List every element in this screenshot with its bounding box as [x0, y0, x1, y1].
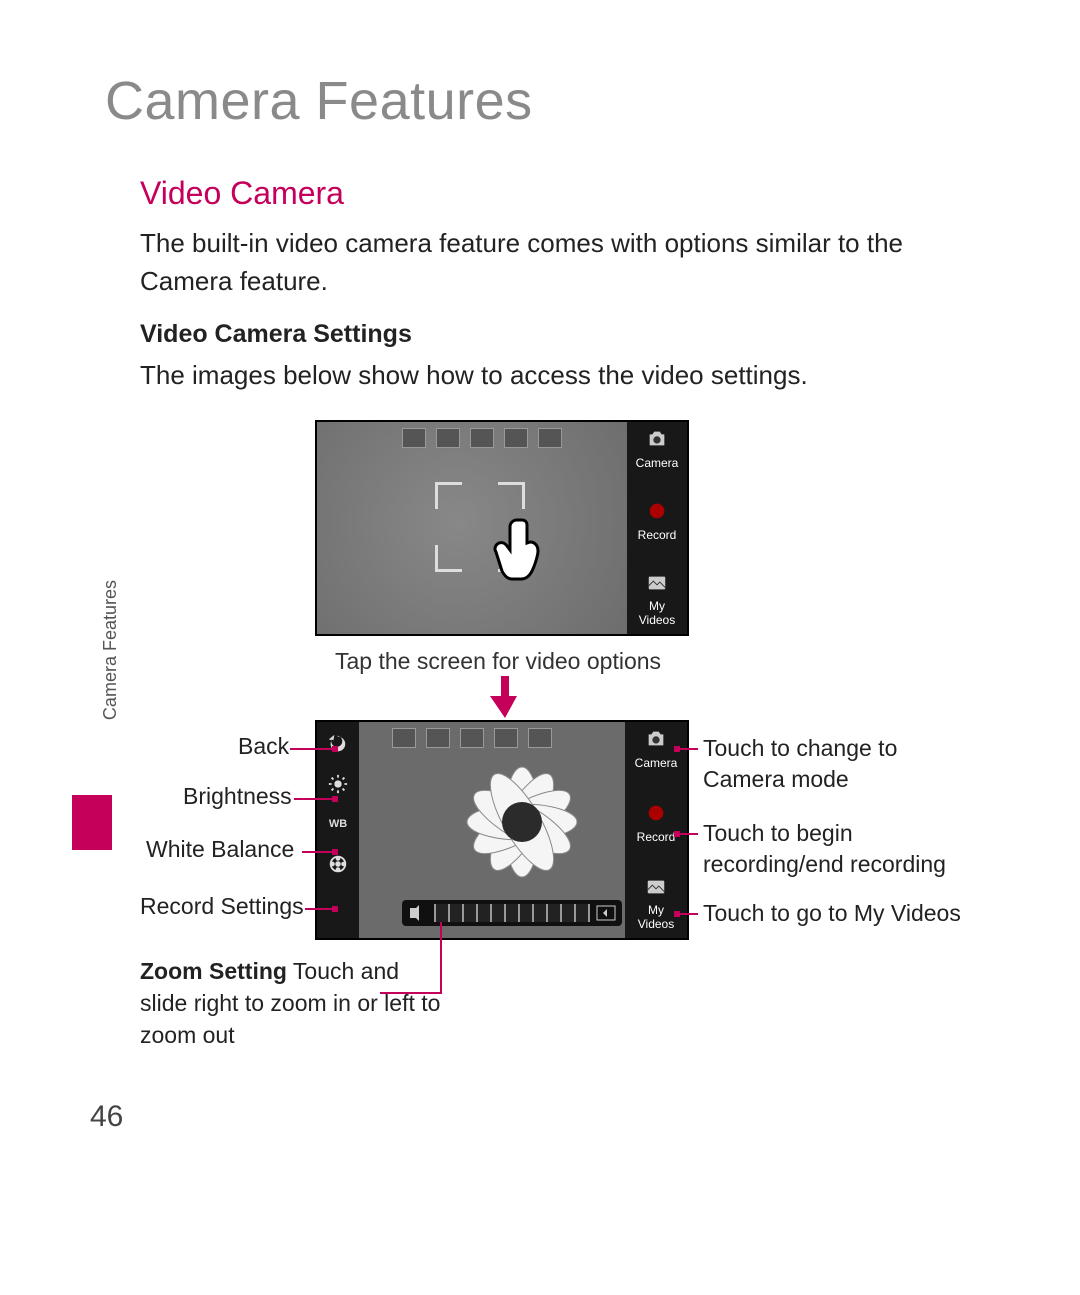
record-button[interactable]: Record — [638, 500, 677, 543]
my-videos-label-2: Videos — [638, 918, 674, 932]
status-icon — [436, 428, 460, 448]
status-icon — [494, 728, 518, 748]
status-icon — [426, 728, 450, 748]
callout-my-videos: Touch to go to My Videos — [703, 898, 961, 929]
callout-back: Back — [238, 733, 289, 760]
record-label: Record — [638, 529, 677, 543]
side-tab-label: Camera Features — [100, 580, 121, 720]
gallery-icon — [645, 876, 667, 898]
my-videos-button[interactable]: My Videos — [639, 572, 675, 628]
down-arrow-icon — [490, 676, 520, 718]
camera-icon — [646, 428, 668, 450]
camera-mode-button[interactable]: Camera — [635, 728, 678, 771]
intro-paragraph: The built-in video camera feature comes … — [140, 225, 940, 300]
screenshot-video-viewfinder: Camera Record My Videos — [315, 420, 689, 636]
callout-line — [294, 798, 338, 800]
zoom-slider[interactable] — [402, 900, 622, 926]
callout-record: Touch to begin recording/end recording — [703, 818, 963, 880]
section-heading: Video Camera — [140, 175, 344, 212]
brightness-icon — [327, 773, 349, 795]
side-tab-marker — [72, 795, 112, 850]
screenshot-video-options: WB — [315, 720, 689, 940]
page-number: 46 — [90, 1100, 123, 1134]
callout-camera-mode: Touch to change to Camera mode — [703, 733, 963, 795]
status-icon — [538, 428, 562, 448]
brightness-button[interactable] — [326, 772, 350, 796]
left-button-bar: WB — [317, 722, 359, 938]
status-icon — [460, 728, 484, 748]
right-button-bar: Camera Record My Videos — [625, 722, 687, 938]
record-icon — [646, 500, 668, 522]
zoom-in-icon — [596, 905, 616, 921]
status-icon — [402, 428, 426, 448]
camera-label: Camera — [636, 457, 679, 471]
status-icon — [392, 728, 416, 748]
callout-line — [674, 913, 698, 915]
tap-hand-icon — [492, 514, 552, 584]
record-label: Record — [637, 831, 676, 845]
back-arrow-icon — [327, 733, 349, 755]
page-title: Camera Features — [105, 70, 533, 132]
zoom-out-icon — [408, 905, 428, 921]
camera-icon — [645, 728, 667, 750]
callout-zoom: Zoom Setting Touch and slide right to zo… — [140, 955, 450, 1052]
my-videos-label-1: My — [639, 600, 675, 614]
back-button[interactable] — [326, 732, 350, 756]
manual-page: Camera Features Video Camera The built-i… — [0, 0, 1080, 1295]
zoom-bold: Zoom Setting — [140, 958, 287, 984]
status-icon — [504, 428, 528, 448]
settings-reel-icon — [327, 853, 349, 875]
my-videos-button[interactable]: My Videos — [638, 876, 674, 932]
subsection-intro: The images below show how to access the … — [140, 360, 808, 391]
callout-record-settings: Record Settings — [140, 893, 304, 920]
top-status-icons — [402, 428, 562, 448]
record-button[interactable]: Record — [637, 802, 676, 845]
side-tab: Camera Features — [100, 580, 124, 800]
callout-line — [290, 748, 338, 750]
viewfinder-subject — [427, 747, 617, 897]
callout-line — [305, 908, 338, 910]
zoom-scale — [434, 904, 590, 922]
camera-label: Camera — [635, 757, 678, 771]
gallery-icon — [646, 572, 668, 594]
subsection-heading: Video Camera Settings — [140, 320, 412, 349]
my-videos-label-2: Videos — [639, 614, 675, 628]
status-icon — [528, 728, 552, 748]
callout-line — [302, 851, 338, 853]
white-balance-button[interactable]: WB — [326, 812, 350, 836]
my-videos-label-1: My — [638, 904, 674, 918]
callout-line — [674, 748, 698, 750]
status-icon — [470, 428, 494, 448]
callout-white-balance: White Balance — [146, 836, 294, 863]
screenshot1-caption: Tap the screen for video options — [335, 648, 661, 675]
callout-line — [674, 833, 698, 835]
camera-mode-button[interactable]: Camera — [636, 428, 679, 471]
record-icon — [645, 802, 667, 824]
record-settings-button[interactable] — [326, 852, 350, 876]
top-status-icons — [392, 728, 552, 748]
callout-brightness: Brightness — [183, 783, 292, 810]
right-button-bar: Camera Record My Videos — [627, 422, 687, 634]
